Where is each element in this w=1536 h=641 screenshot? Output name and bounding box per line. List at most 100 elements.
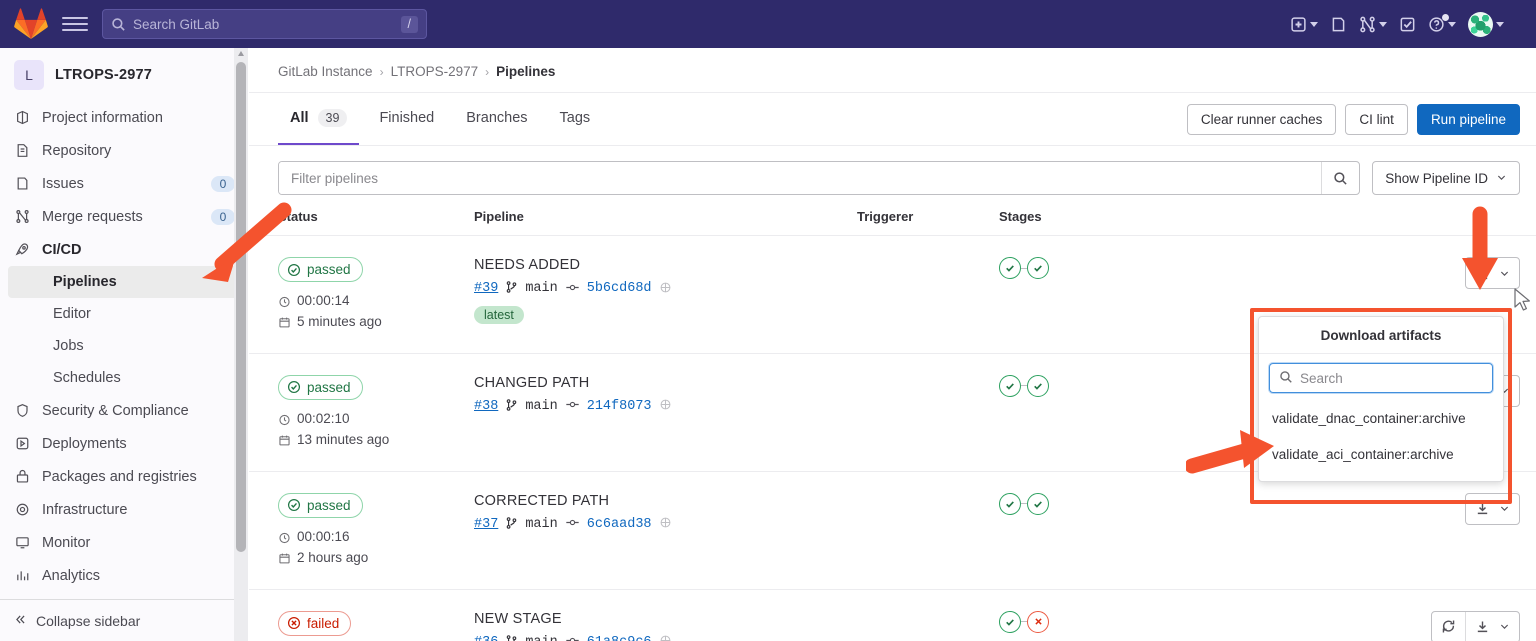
row-actions [1465, 492, 1520, 525]
filter-pipelines-input[interactable] [279, 162, 1322, 194]
sidebar-item-editor[interactable]: Editor [8, 298, 239, 330]
retry-pipeline-button[interactable] [1432, 612, 1465, 641]
tab-tags[interactable]: Tags [548, 93, 603, 145]
table-row[interactable]: passed 00:00:16 2 hours ago CORRECTED PATH #… [249, 472, 1536, 590]
sidebar-item-project-information[interactable]: Project information [0, 101, 247, 134]
stage-status-passed[interactable] [999, 257, 1021, 279]
latest-tag-badge: latest [474, 306, 524, 324]
merge-requests-icon[interactable] [1355, 11, 1391, 38]
download-artifacts-button[interactable] [1466, 258, 1496, 288]
stage-status-passed[interactable] [999, 374, 1021, 397]
pipeline-commit-sha[interactable]: 6c6aad38 [587, 517, 652, 532]
artifact-item-aci[interactable]: validate_aci_container:archive [1259, 437, 1503, 473]
plus-square-icon[interactable] [1286, 11, 1322, 38]
sidebar-item-monitor[interactable]: Monitor [0, 526, 247, 559]
stage-status-passed[interactable] [1027, 492, 1049, 515]
sidebar-scrollbar-thumb[interactable] [236, 62, 246, 552]
download-artifacts-caret[interactable] [1496, 612, 1519, 641]
table-row[interactable]: failed00:00:08NEW STAGE #36 main 61a8c9c6 [249, 590, 1536, 641]
sidebar-item-repository[interactable]: Repository [0, 134, 247, 167]
search-input[interactable]: Search GitLab [133, 17, 219, 32]
tab-branches[interactable]: Branches [454, 93, 539, 145]
pipeline-age: 13 minutes ago [278, 430, 474, 451]
filter-pipelines-box[interactable] [278, 161, 1361, 195]
cell-stages [999, 257, 1224, 279]
pipeline-id-link[interactable]: #39 [474, 281, 498, 296]
breadcrumb-item-project[interactable]: LTROPS-2977 [391, 64, 479, 79]
pipeline-branch[interactable]: main [525, 281, 557, 296]
pipeline-branch[interactable]: main [525, 635, 557, 641]
tab-all[interactable]: All 39 [278, 93, 360, 145]
pipeline-commit-sha[interactable]: 61a8c9c6 [587, 635, 652, 641]
pipeline-title: NEEDS ADDED [474, 257, 581, 273]
pipeline-age: 2 hours ago [278, 548, 474, 569]
cell-pipeline: NEEDS ADDED #39 main 5b6cd68d latest [474, 257, 857, 324]
download-artifacts-caret[interactable] [1496, 258, 1519, 288]
sidebar-item-pipelines[interactable]: Pipelines [8, 266, 239, 298]
stage-status-passed[interactable] [1027, 257, 1049, 279]
global-search-box[interactable]: Search GitLab / [102, 9, 427, 39]
ci-lint-button[interactable]: CI lint [1345, 103, 1408, 135]
dropdown-title: Download artifacts [1259, 317, 1503, 354]
run-pipeline-button[interactable]: Run pipeline [1416, 103, 1520, 135]
artifact-search-input[interactable]: Search [1269, 363, 1493, 393]
sidebar-item-security-compliance[interactable]: Security & Compliance [0, 394, 247, 427]
sidebar-item-issues[interactable]: Issues 0 [0, 167, 247, 200]
breadcrumb-item-instance[interactable]: GitLab Instance [278, 64, 373, 79]
sidebar-item-packages-registries[interactable]: Packages and registries [0, 460, 247, 493]
pipeline-id-link[interactable]: #37 [474, 517, 498, 532]
sidebar-project-header[interactable]: L LTROPS-2977 [0, 48, 247, 101]
sidebar-item-analytics[interactable]: Analytics [0, 559, 247, 592]
stage-status-passed[interactable] [999, 610, 1021, 633]
download-artifacts-button[interactable] [1465, 611, 1496, 641]
download-artifacts-caret[interactable] [1496, 494, 1519, 524]
deployments-icon [14, 435, 31, 452]
sidebar-item-cicd[interactable]: CI/CD [0, 233, 247, 266]
status-badge[interactable]: passed [278, 492, 363, 518]
pipeline-id-link[interactable]: #36 [474, 635, 498, 641]
status-badge[interactable]: passed [278, 374, 363, 400]
sidebar-item-jobs[interactable]: Jobs [8, 330, 239, 362]
row-meta: 00:00:16 2 hours ago [278, 527, 474, 569]
branch-icon [505, 516, 518, 533]
pipeline-age: 5 minutes ago [278, 312, 474, 333]
infrastructure-icon [14, 501, 31, 518]
cell-status: passed 00:00:14 5 minutes ago [278, 257, 474, 333]
row-meta: 00:00:14 5 minutes ago [278, 291, 474, 333]
sidebar-scrollbar[interactable] [234, 48, 248, 641]
top-navigation-bar: Search GitLab / [0, 0, 1536, 48]
sidebar-item-schedules[interactable]: Schedules [8, 362, 239, 394]
stage-status-passed[interactable] [1027, 374, 1049, 397]
help-question-icon[interactable] [1424, 11, 1460, 38]
sidebar-item-deployments[interactable]: Deployments [0, 427, 247, 460]
scroll-up-arrow-icon[interactable] [237, 51, 244, 56]
stage-status-failed[interactable] [1027, 610, 1049, 633]
issues-icon[interactable] [1326, 11, 1351, 38]
commit-icon [565, 634, 580, 641]
pipeline-commit-sha[interactable]: 5b6cd68d [587, 281, 652, 296]
clear-runner-caches-button[interactable]: Clear runner caches [1186, 103, 1337, 135]
pipeline-branch[interactable]: main [525, 517, 557, 532]
filter-search-button[interactable] [1321, 162, 1359, 194]
gitlab-logo[interactable] [14, 8, 48, 40]
sidebar-item-infrastructure[interactable]: Infrastructure [0, 493, 247, 526]
status-badge[interactable]: passed [278, 257, 363, 282]
hamburger-icon[interactable] [62, 11, 88, 37]
pipeline-commit-sha[interactable]: 214f8073 [587, 399, 652, 414]
status-badge[interactable]: failed [278, 610, 352, 636]
sidebar-item-merge-requests[interactable]: Merge requests 0 [0, 200, 247, 233]
toolbar-actions: Clear runner caches CI lint Run pipeline [1186, 103, 1520, 135]
monitor-icon [14, 534, 31, 551]
pipeline-branch[interactable]: main [525, 399, 557, 414]
artifact-item-dnac[interactable]: validate_dnac_container:archive [1259, 401, 1503, 437]
stage-status-passed[interactable] [999, 492, 1021, 515]
user-avatar[interactable] [1464, 7, 1508, 42]
pipeline-id-link[interactable]: #38 [474, 399, 498, 414]
breadcrumb-item-pipelines: Pipelines [496, 64, 556, 79]
todos-checkbox-icon[interactable] [1395, 11, 1420, 38]
collapse-sidebar-button[interactable]: Collapse sidebar [0, 599, 247, 641]
download-artifacts-button[interactable] [1466, 494, 1496, 524]
tab-finished[interactable]: Finished [367, 93, 446, 145]
show-pipeline-id-dropdown[interactable]: Show Pipeline ID [1372, 161, 1520, 195]
download-artifacts-dropdown: Download artifacts Search validate_dnac_… [1250, 308, 1512, 504]
